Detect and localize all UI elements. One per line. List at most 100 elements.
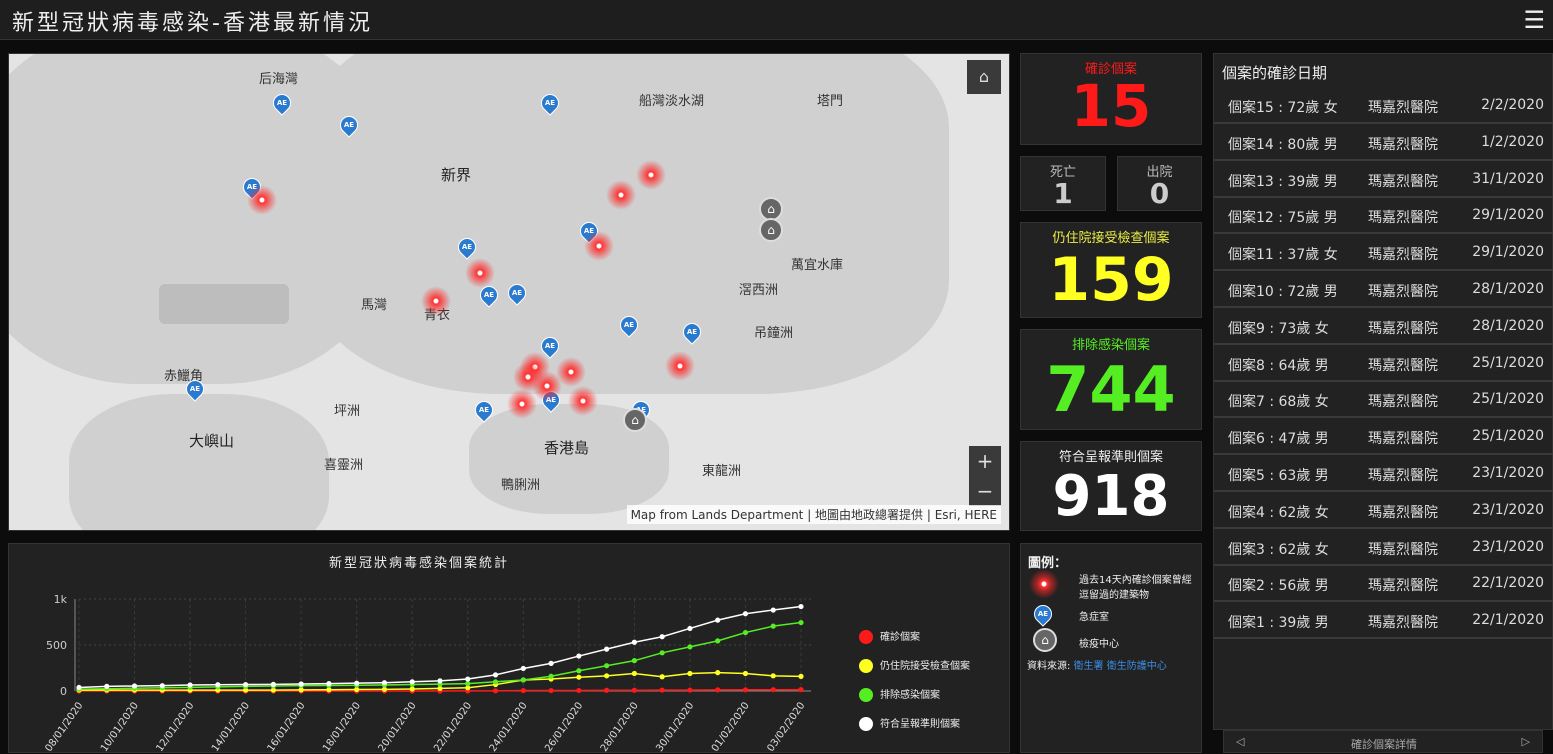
case-row[interactable]: 個案12 : 75歲 男 瑪嘉烈醫院 29/1/2020	[1214, 198, 1553, 235]
data-point	[215, 682, 221, 688]
source-link[interactable]: 衛生署 衛生防護中心	[1074, 661, 1167, 672]
next-arrow-icon[interactable]: ▷	[1522, 735, 1530, 748]
map-view[interactable]: 后海灣 船灣淡水湖 塔門 新界 萬宜水庫 馬灣 青衣 滘西洲 吊鐘洲 赤鱲角 坪…	[8, 53, 1010, 531]
hamburger-icon[interactable]: ☰	[1523, 6, 1545, 34]
data-point	[742, 611, 749, 617]
case-hotspot-icon[interactable]	[584, 231, 614, 261]
case-date: 22/1/2020	[1472, 612, 1544, 629]
data-point	[798, 673, 804, 679]
case-row[interactable]: 個案4 : 62歲 女 瑪嘉烈醫院 23/1/2020	[1214, 493, 1553, 529]
legend-hotspot-label: 過去14天內確診個案曾經逗留過的建築物	[1079, 575, 1192, 601]
map-label: 后海灣	[259, 72, 299, 87]
map-label: 喜靈洲	[324, 458, 364, 473]
case-hotspot-icon[interactable]	[507, 389, 537, 419]
data-point	[298, 681, 304, 687]
legend-swatch	[859, 688, 873, 702]
case-hospital: 瑪嘉烈醫院	[1368, 136, 1438, 153]
data-point	[687, 644, 693, 650]
reported-label: 符合呈報準則個案	[1058, 450, 1163, 465]
ae-label: AE	[343, 121, 355, 129]
quarantine-centre-icon[interactable]: ⌂	[623, 408, 647, 432]
case-row[interactable]: 個案10 : 72歲 男 瑪嘉烈醫院 28/1/2020	[1214, 272, 1553, 308]
case-hospital: 瑪嘉烈醫院	[1368, 504, 1438, 521]
zoom-out-button[interactable]: −	[969, 476, 1001, 506]
data-point	[742, 687, 749, 693]
ae-label: AE	[276, 99, 288, 107]
data-point	[243, 681, 249, 688]
case-info: 個案11 : 37歲 女	[1228, 247, 1338, 264]
data-point	[742, 629, 749, 636]
x-tick-label: 16/01/2020	[266, 700, 308, 754]
case-row[interactable]: 個案15 : 72歲 女 瑪嘉烈醫院 2/2/2020	[1214, 88, 1553, 124]
case-info: 個案8 : 64歲 男	[1228, 357, 1329, 374]
case-hotspot-icon[interactable]	[247, 185, 277, 215]
data-point	[326, 681, 332, 687]
case-info: 個案1 : 39歲 男	[1228, 615, 1329, 632]
data-point	[742, 670, 749, 677]
x-tick-label: 28/01/2020	[599, 700, 641, 754]
case-hospital: 瑪嘉烈醫院	[1368, 210, 1438, 227]
x-tick-label: 10/01/2020	[99, 700, 141, 754]
case-hotspot-icon[interactable]	[665, 351, 695, 381]
case-hospital: 瑪嘉烈醫院	[1368, 578, 1438, 595]
case-hotspot-icon[interactable]	[606, 180, 636, 210]
excluded-card: 排除感染個案 744	[1020, 329, 1202, 430]
data-point	[659, 687, 665, 693]
data-point	[520, 687, 526, 694]
case-row[interactable]: 個案1 : 39歲 男 瑪嘉烈醫院 22/1/2020	[1214, 603, 1553, 640]
case-date: 28/1/2020	[1472, 281, 1544, 297]
data-point	[492, 672, 499, 678]
data-point	[354, 680, 360, 686]
case-hotspot-icon[interactable]	[636, 160, 666, 190]
case-hotspot-icon[interactable]	[421, 286, 451, 316]
home-button[interactable]: ⌂	[967, 60, 1001, 94]
map-label: 香港島	[544, 439, 590, 457]
quarantine-centre-icon[interactable]: ⌂	[759, 218, 783, 242]
data-point	[604, 646, 610, 652]
case-info: 個案2 : 56歲 男	[1228, 578, 1329, 595]
case-row[interactable]: 個案3 : 62歲 女 瑪嘉烈醫院 23/1/2020	[1214, 530, 1553, 566]
case-date: 29/1/2020	[1472, 244, 1544, 261]
series-line	[78, 605, 802, 689]
case-hotspot-icon[interactable]	[465, 258, 495, 288]
case-row[interactable]: 個案7 : 68歲 女 瑪嘉烈醫院 25/1/2020	[1214, 382, 1553, 419]
legend-label: 仍住院接受檢查個案	[880, 661, 970, 672]
ae-label: AE	[483, 291, 495, 299]
discharged-card: 出院 0	[1117, 156, 1202, 211]
x-tick-label: 26/01/2020	[543, 700, 585, 754]
zoom-in-button[interactable]: +	[969, 446, 1001, 476]
case-date: 2/2/2020	[1481, 97, 1544, 113]
data-point	[76, 684, 82, 691]
case-row[interactable]: 個案8 : 64歲 男 瑪嘉烈醫院 25/1/2020	[1214, 346, 1553, 382]
data-point	[715, 638, 721, 644]
case-row[interactable]: 個案9 : 73歲 女 瑪嘉烈醫院 28/1/2020	[1214, 309, 1553, 345]
legend-swatch	[859, 630, 873, 644]
case-row[interactable]: 個案2 : 56歲 男 瑪嘉烈醫院 22/1/2020	[1214, 566, 1553, 603]
excluded-label: 排除感染個案	[1071, 338, 1150, 353]
case-row[interactable]: 個案11 : 37歲 女 瑪嘉烈醫院 29/1/2020	[1214, 235, 1553, 272]
case-row[interactable]: 個案14 : 80歲 男 瑪嘉烈醫院 1/2/2020	[1214, 125, 1553, 161]
data-point	[715, 670, 721, 676]
map-label: 塔門	[817, 94, 844, 109]
case-hotspot-icon[interactable]	[532, 371, 562, 401]
case-row[interactable]: 個案13 : 39歲 男 瑪嘉烈醫院 31/1/2020	[1214, 162, 1553, 198]
case-row[interactable]: 個案6 : 47歲 男 瑪嘉烈醫院 25/1/2020	[1214, 419, 1553, 456]
case-info: 個案6 : 47歲 男	[1228, 431, 1329, 448]
data-point	[576, 687, 582, 694]
legend-ae-label: 急症室	[1079, 612, 1109, 623]
case-row[interactable]: 個案5 : 63歲 男 瑪嘉烈醫院 23/1/2020	[1214, 456, 1553, 492]
case-info: 個案14 : 80歲 男	[1228, 136, 1338, 153]
map-label: 滘西洲	[739, 283, 779, 298]
data-point	[659, 634, 665, 640]
case-hotspot-icon[interactable]	[568, 386, 598, 416]
data-point	[131, 683, 138, 689]
hospitalised-card: 仍住院接受檢查個案 159	[1020, 222, 1202, 318]
data-point	[770, 687, 776, 693]
legend-label: 排除感染個案	[880, 690, 940, 701]
x-tick-label: 18/01/2020	[321, 700, 363, 754]
source-label: 資料來源:	[1027, 661, 1071, 672]
data-point	[270, 681, 276, 687]
case-hospital: 瑪嘉烈醫院	[1368, 468, 1438, 484]
x-tick-label: 01/02/2020	[710, 700, 752, 754]
case-info: 個案3 : 62歲 女	[1228, 541, 1329, 558]
